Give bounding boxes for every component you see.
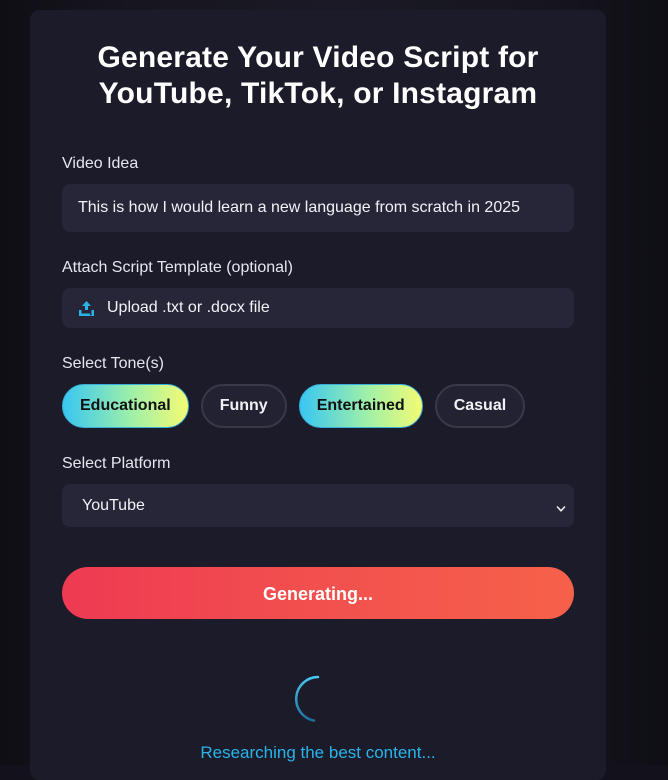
video-idea-input[interactable] <box>62 184 574 232</box>
generate-button[interactable]: Generating... <box>62 567 574 619</box>
title-line-1: Generate Your Video Script for <box>97 41 539 74</box>
tone-options: Educational Funny Entertained Casual <box>62 384 526 428</box>
tone-casual[interactable]: Casual <box>434 384 526 428</box>
tone-educational[interactable]: Educational <box>62 384 189 428</box>
platform-selected-value: YouTube <box>82 496 145 514</box>
video-idea-label: Video Idea <box>62 155 139 172</box>
chevron-down-icon <box>556 501 566 512</box>
platform-select[interactable]: YouTube <box>62 484 574 527</box>
tone-entertained[interactable]: Entertained <box>298 384 423 428</box>
status-message: Researching the best content... <box>200 743 436 762</box>
platform-label: Select Platform <box>62 455 171 472</box>
loading-spinner <box>294 675 320 722</box>
upload-icon <box>78 300 95 317</box>
page-title: Generate Your Video Script for YouTube, … <box>40 40 596 112</box>
upload-text: Upload .txt or .docx file <box>107 299 270 316</box>
upload-template-button[interactable]: Upload .txt or .docx file <box>62 288 574 328</box>
title-line-2: YouTube, TikTok, or Instagram <box>98 77 538 110</box>
tone-label: Select Tone(s) <box>62 355 164 372</box>
tone-funny[interactable]: Funny <box>200 384 287 428</box>
script-template-label: Attach Script Template (optional) <box>62 259 293 276</box>
